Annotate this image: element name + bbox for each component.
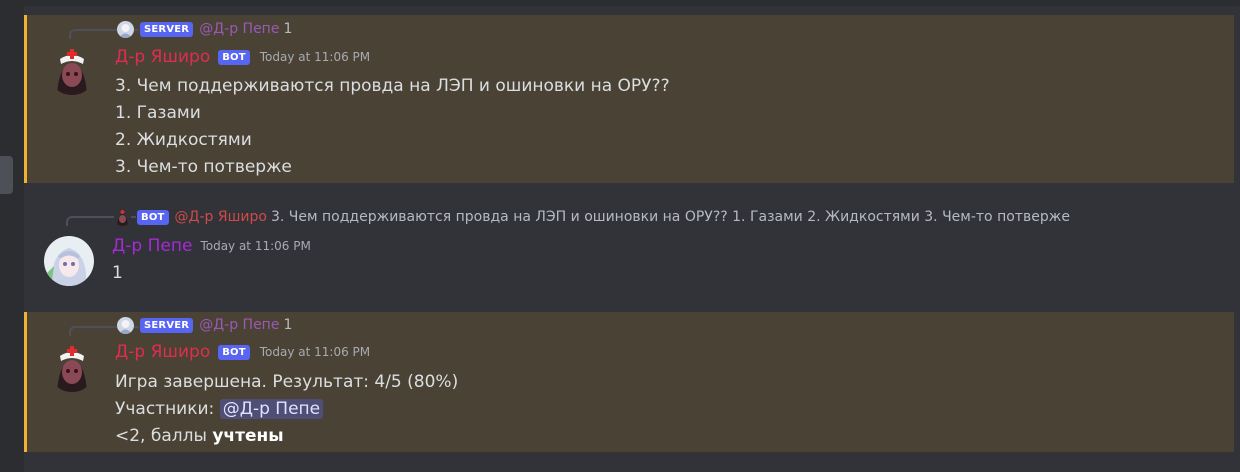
- message-header: Д-р Яширо BOT Today at 11:06 PM: [115, 47, 370, 67]
- timestamp[interactable]: Today at 11:06 PM: [260, 345, 370, 359]
- message-content: 1: [112, 260, 123, 287]
- message-item[interactable]: SERVER @Д-р Пепе 1 Д-р Яширо BOT Today a…: [24, 312, 1234, 452]
- bot-tag: BOT: [218, 344, 250, 360]
- reply-text[interactable]: 3. Чем поддерживаются провда на ЛЭП и ош…: [271, 209, 1070, 225]
- participant-mention[interactable]: @Д-р Пепе: [219, 399, 324, 419]
- bot-tag: BOT: [137, 209, 169, 225]
- message-line: 1: [112, 263, 123, 283]
- sidebar-scrollbar[interactable]: [0, 156, 13, 194]
- replied-user-avatar-icon: [117, 316, 134, 334]
- bot-tag: BOT: [218, 49, 250, 65]
- channel-sidebar-edge: [0, 0, 24, 472]
- reply-preview[interactable]: SERVER @Д-р Пепе 1: [117, 315, 292, 335]
- message-line: 1. Газами: [115, 103, 201, 123]
- message-content: 3. Чем поддерживаются провда на ЛЭП и ош…: [115, 73, 670, 181]
- message-item[interactable]: BOT @Д-р Яширо 3. Чем поддерживаются про…: [24, 198, 1234, 298]
- server-tag: SERVER: [140, 317, 194, 333]
- reply-preview[interactable]: SERVER @Д-р Пепе 1: [117, 19, 292, 39]
- points-status: учтены: [212, 426, 284, 446]
- author-name[interactable]: Д-р Яширо: [115, 47, 210, 67]
- timestamp[interactable]: Today at 11:06 PM: [200, 239, 310, 253]
- reply-preview[interactable]: BOT @Д-р Яширо 3. Чем поддерживаются про…: [114, 207, 1070, 227]
- reply-mention[interactable]: @Д-р Пепе: [199, 317, 279, 333]
- replied-user-avatar-icon: [117, 20, 134, 38]
- user-avatar-icon[interactable]: [44, 236, 94, 286]
- participants-label: Участники:: [115, 399, 215, 419]
- participants-line: Участники: @Д-р Пепе: [115, 396, 458, 423]
- top-divider: [24, 0, 1240, 6]
- message-line: 3. Чем-то потверже: [115, 157, 292, 177]
- author-name[interactable]: Д-р Яширо: [115, 342, 210, 362]
- points-line: <2, баллы учтены: [115, 423, 458, 450]
- message-content: Игра завершена. Результат: 4/5 (80%) Уча…: [115, 369, 458, 450]
- message-line: 2. Жидкостями: [115, 130, 252, 150]
- message-item[interactable]: SERVER @Д-р Пепе 1 Д-р Яширо BOT Today a…: [24, 15, 1234, 183]
- message-line: 3. Чем поддерживаются провда на ЛЭП и ош…: [115, 76, 670, 96]
- bot-avatar-icon[interactable]: [47, 342, 97, 392]
- server-tag: SERVER: [140, 21, 194, 37]
- bot-avatar-icon[interactable]: [47, 45, 97, 95]
- author-name[interactable]: Д-р Пепе: [112, 236, 192, 256]
- message-header: Д-р Яширо BOT Today at 11:06 PM: [115, 342, 370, 362]
- timestamp[interactable]: Today at 11:06 PM: [260, 50, 370, 64]
- reply-text[interactable]: 1: [283, 21, 292, 37]
- result-line: Игра завершена. Результат: 4/5 (80%): [115, 372, 459, 392]
- reply-text[interactable]: 1: [283, 317, 292, 333]
- reply-mention[interactable]: @Д-р Яширо: [175, 209, 267, 225]
- message-header: Д-р Пепе Today at 11:06 PM: [112, 236, 311, 256]
- points-prefix: <2, баллы: [115, 426, 207, 446]
- replied-user-avatar-icon: [114, 208, 131, 226]
- reply-mention[interactable]: @Д-р Пепе: [199, 21, 279, 37]
